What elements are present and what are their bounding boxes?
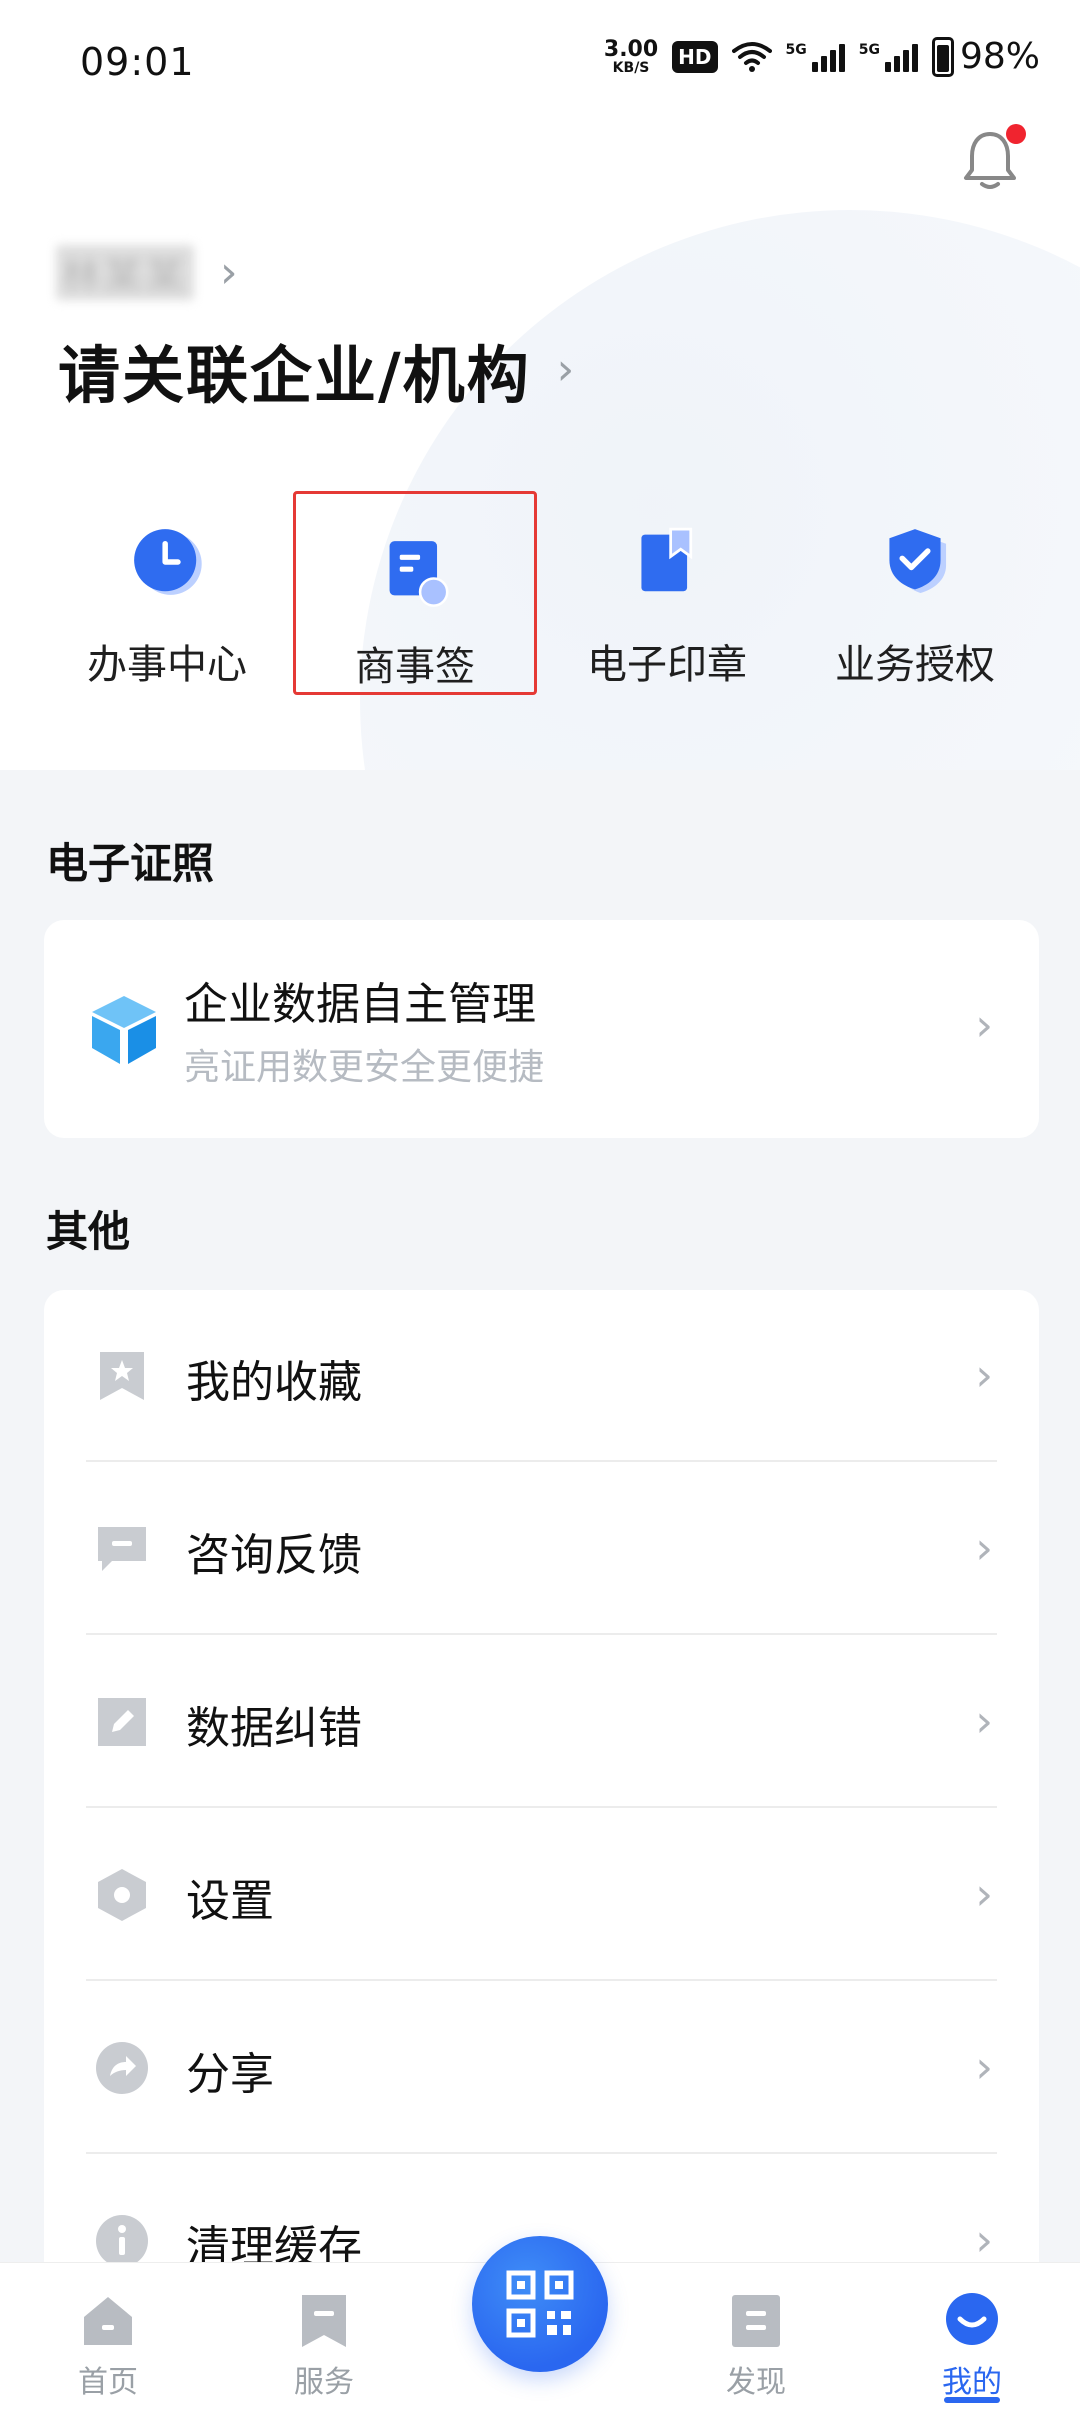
section-title-certificates: 电子证照 [46, 839, 215, 888]
list-item-data-correction[interactable]: 数据纠错 › [44, 1636, 1039, 1808]
nav-label: 发现 [726, 2365, 786, 2400]
wifi-icon [731, 41, 772, 72]
scan-qr-button[interactable] [472, 2236, 608, 2372]
battery-indicator: 98% [931, 36, 1040, 77]
quick-actions: 办事中心 商事签 电子印章 业务授权 [0, 480, 1080, 720]
card-title: 企业数据自主管理 [184, 979, 536, 1030]
status-bar: 09:01 3.00 KB/S HD 5G 5G 98% [0, 0, 1080, 130]
list-item-label: 数据纠错 [186, 1703, 362, 1754]
status-icons: 3.00 KB/S HD 5G 5G 98% [604, 36, 1040, 77]
hd-badge: HD [672, 40, 718, 73]
hexagon-settings-icon [98, 1869, 146, 1921]
bookmark-seal-icon [641, 527, 693, 592]
document-sign-icon [389, 541, 449, 607]
battery-percent: 98% [959, 36, 1040, 77]
quick-action-label: 业务授权 [835, 642, 995, 688]
quick-action-label: 商事签 [355, 644, 475, 690]
nav-label: 首页 [78, 2365, 138, 2400]
org-title: 请关联企业/机构 [58, 339, 531, 412]
chevron-right-icon: › [975, 1350, 993, 1401]
nav-mine[interactable]: 我的 [902, 2277, 1042, 2407]
page: 09:01 3.00 KB/S HD 5G 5G 98% 林某某 › 请关联企业… [0, 0, 1080, 2414]
qr-code-icon [506, 2270, 574, 2338]
list-item-favorites[interactable]: 我的收藏 › [44, 1290, 1039, 1462]
signal-5g-icon-2: 5G [859, 42, 918, 72]
list-item-settings[interactable]: 设置 › [44, 1809, 1039, 1981]
star-bookmark-icon [100, 1352, 144, 1400]
nav-label: 服务 [294, 2365, 354, 2400]
quick-action-label: 办事中心 [87, 642, 247, 688]
header: 09:01 3.00 KB/S HD 5G 5G 98% 林某某 › 请关联企业… [0, 0, 1080, 770]
chevron-right-icon: › [556, 344, 575, 395]
chevron-right-icon: › [975, 1000, 993, 1051]
notification-button[interactable] [960, 124, 1026, 192]
chevron-right-icon: › [975, 1523, 993, 1574]
card-subtitle: 亮证用数更安全更便捷 [184, 1047, 545, 1088]
discover-icon [732, 2295, 780, 2347]
divider [86, 1633, 997, 1635]
quick-action-business-sign[interactable]: 商事签 [293, 491, 537, 695]
home-icon [84, 2297, 132, 2345]
notification-dot [1006, 124, 1026, 144]
list-item-feedback[interactable]: 咨询反馈 › [44, 1463, 1039, 1635]
network-speed: 3.00 KB/S [603, 36, 659, 76]
signal-5g-icon-1: 5G [786, 42, 845, 72]
cube-icon [92, 996, 156, 1064]
list-item-label: 设置 [186, 1876, 274, 1927]
list-item-label: 咨询反馈 [186, 1530, 362, 1581]
chevron-right-icon: › [975, 2215, 993, 2266]
list-item-share[interactable]: 分享 › [44, 1982, 1039, 2154]
network-speed-unit: KB/S [612, 59, 650, 76]
service-icon [302, 2295, 346, 2347]
shield-check-icon [889, 529, 947, 594]
user-name-blurred: 林某某 [56, 245, 195, 300]
link-organization-button[interactable]: 请关联企业/机构 › [58, 325, 574, 415]
chat-icon [98, 1527, 146, 1571]
chevron-right-icon: › [975, 1869, 993, 1920]
divider [86, 1806, 997, 1808]
nav-label: 我的 [942, 2365, 1002, 2400]
divider [86, 1979, 997, 1981]
user-profile-link[interactable]: 林某某 › [56, 245, 238, 300]
nav-home[interactable]: 首页 [38, 2277, 178, 2407]
info-icon [96, 2215, 148, 2267]
list-item-label: 分享 [186, 2049, 274, 2100]
divider [86, 2152, 997, 2154]
network-speed-value: 3.00 [603, 36, 659, 62]
share-icon [96, 2042, 148, 2094]
battery-icon [931, 36, 954, 77]
enterprise-data-card[interactable]: 企业数据自主管理 亮证用数更安全更便捷 › [44, 920, 1039, 1138]
divider [86, 1460, 997, 1462]
nav-discover[interactable]: 发现 [686, 2277, 826, 2407]
status-time: 09:01 [80, 40, 195, 84]
quick-action-label: 电子印章 [587, 642, 747, 688]
section-title-other: 其他 [46, 1207, 131, 1256]
profile-icon [946, 2293, 998, 2345]
chevron-right-icon: › [975, 1696, 993, 1747]
active-indicator [944, 2397, 1000, 2403]
edit-icon [98, 1698, 146, 1746]
list-item-label: 我的收藏 [186, 1357, 362, 1408]
clock-icon [134, 529, 202, 595]
chevron-right-icon: › [220, 246, 238, 298]
nav-service[interactable]: 服务 [254, 2277, 394, 2407]
quick-action-business-authorization[interactable]: 业务授权 [790, 480, 1040, 690]
chevron-right-icon: › [975, 2042, 993, 2093]
quick-action-service-center[interactable]: 办事中心 [42, 480, 292, 690]
quick-action-e-seal[interactable]: 电子印章 [542, 480, 792, 690]
